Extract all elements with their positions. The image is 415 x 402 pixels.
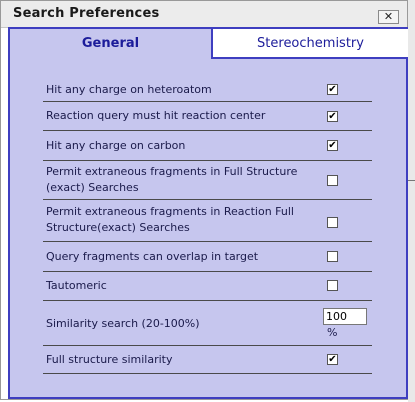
option-row-heteroatom-charge: Hit any charge on heteroatom ✔ <box>43 77 372 102</box>
background-divider <box>408 180 415 181</box>
checkmark-icon: ✔ <box>328 140 337 151</box>
reaction-center-checkbox[interactable]: ✔ <box>327 111 338 122</box>
option-label: Permit extraneous fragments in Full Stru… <box>46 165 298 194</box>
checkmark-icon: ✔ <box>328 111 337 122</box>
option-row-similarity: Similarity search (20-100%) % <box>43 301 372 346</box>
tab-general-label: General <box>81 36 140 51</box>
close-button[interactable]: ✕ <box>378 10 399 24</box>
dialog-title: Search Preferences <box>13 6 160 21</box>
option-row-extraneous-reaction: Permit extraneous fragments in Reaction … <box>43 200 372 242</box>
similarity-percent-input[interactable] <box>323 308 367 325</box>
option-label: Reaction query must hit reaction center <box>46 109 266 122</box>
option-label: Similarity search (20-100%) <box>46 317 200 330</box>
tab-stereochemistry-label: Stereochemistry <box>257 36 364 51</box>
option-row-fragment-overlap: Query fragments can overlap in target <box>43 242 372 272</box>
option-row-full-similarity: Full structure similarity ✔ <box>43 346 372 374</box>
extraneous-full-checkbox[interactable] <box>327 175 338 186</box>
option-label: Hit any charge on carbon <box>46 139 186 152</box>
dialog-titlebar: Search Preferences ✕ <box>1 1 407 28</box>
percent-unit: % <box>327 326 338 339</box>
option-row-tautomeric: Tautomeric <box>43 272 372 301</box>
tab-stereochemistry[interactable]: Stereochemistry <box>213 29 408 59</box>
option-row-reaction-center: Reaction query must hit reaction center … <box>43 102 372 131</box>
option-label: Hit any charge on heteroatom <box>46 83 212 96</box>
tautomeric-checkbox[interactable] <box>327 280 338 291</box>
extraneous-reaction-checkbox[interactable] <box>327 217 338 228</box>
preferences-panel: General Stereochemistry Hit any charge o… <box>8 27 408 399</box>
option-row-extraneous-full: Permit extraneous fragments in Full Stru… <box>43 161 372 200</box>
option-label: Tautomeric <box>46 279 107 292</box>
checkmark-icon: ✔ <box>328 84 337 95</box>
search-preferences-dialog: Search Preferences ✕ General Stereochemi… <box>0 0 408 400</box>
background-window-edge <box>408 0 415 402</box>
checkmark-icon: ✔ <box>328 354 337 365</box>
close-icon: ✕ <box>383 10 394 23</box>
heteroatom-charge-checkbox[interactable]: ✔ <box>327 84 338 95</box>
fragment-overlap-checkbox[interactable] <box>327 251 338 262</box>
full-similarity-checkbox[interactable]: ✔ <box>327 354 338 365</box>
carbon-charge-checkbox[interactable]: ✔ <box>327 140 338 151</box>
option-label: Full structure similarity <box>46 353 173 366</box>
option-row-carbon-charge: Hit any charge on carbon ✔ <box>43 131 372 161</box>
tab-general[interactable]: General <box>10 29 213 59</box>
option-label: Query fragments can overlap in target <box>46 250 259 263</box>
option-label: Permit extraneous fragments in Reaction … <box>46 205 294 234</box>
